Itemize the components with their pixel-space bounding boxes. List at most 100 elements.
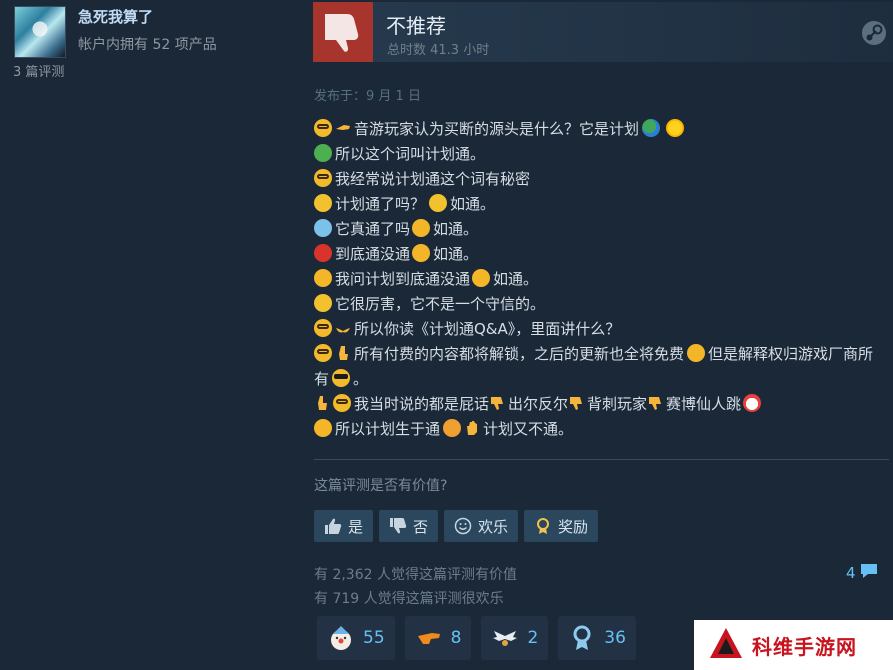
vote-no-button[interactable]: 否	[379, 510, 439, 542]
awards-row: 55 8 2 36	[317, 616, 636, 660]
nerd-face-icon	[314, 119, 332, 137]
clown-award-icon	[327, 624, 355, 652]
review-header[interactable]: 不推荐 总时数 41.3 小时	[313, 2, 893, 62]
award-clown[interactable]: 55	[317, 616, 395, 660]
review-line: 我当时说的都是屁话 出尔反尔 背刺玩家 赛博仙人跳	[314, 392, 884, 417]
review-line: 所以你读《计划通Q&A》，里面讲什么？	[314, 317, 884, 342]
review-text: 如通。	[433, 245, 479, 263]
grin-face-icon	[687, 344, 706, 362]
award-count: 36	[604, 628, 626, 648]
comment-count: 4	[846, 564, 856, 582]
neutral-face-icon	[472, 269, 491, 287]
watermark-logo-icon	[708, 626, 744, 664]
comments-link[interactable]: 4	[846, 562, 879, 584]
avatar[interactable]	[14, 6, 66, 58]
grimace-face-icon	[412, 244, 431, 262]
review-count[interactable]: 3 篇评测	[13, 61, 64, 80]
sun-icon	[666, 119, 685, 137]
award-button[interactable]: 奖励	[524, 510, 599, 542]
review-line: 它真通了吗 如通。	[314, 217, 884, 242]
review-text: 我问计划到底通没通	[335, 270, 471, 288]
thumbs-down-small-icon	[647, 394, 663, 410]
review-line: 计划通了吗？ 如通。	[314, 192, 884, 217]
author-panel: 急死我算了 帐户内拥有 52 项产品 3 篇评测	[0, 0, 300, 670]
review-line: 音游玩家认为买断的源头是什么？它是计划	[314, 117, 884, 142]
smiley-icon	[454, 517, 472, 535]
nerd-face-icon	[314, 319, 332, 337]
nauseated-face-icon	[314, 144, 332, 162]
thumbs-down-small-icon	[489, 394, 505, 410]
review-line: 到底通没通 如通。	[314, 242, 884, 267]
divider	[314, 459, 889, 460]
vote-yes-label: 是	[348, 517, 364, 536]
award-count: 55	[363, 628, 385, 648]
vote-funny-label: 欢乐	[478, 517, 509, 536]
review-text: 背刺玩家	[587, 395, 648, 413]
review-text: 我经常说计划通这个词有秘密	[335, 170, 531, 188]
award-label: 奖励	[558, 517, 589, 536]
raised-hand-icon	[464, 419, 480, 435]
review-verdict: 不推荐	[386, 14, 446, 38]
product-count[interactable]: 帐户内拥有 52 项产品	[78, 34, 217, 54]
hand-point-icon	[335, 119, 351, 135]
nerd-face-icon	[314, 169, 332, 187]
review-text: 赛博仙人跳	[666, 395, 742, 413]
hand-point-up-icon	[314, 394, 330, 410]
award-wings[interactable]: 2	[481, 616, 549, 660]
globe-icon	[642, 119, 661, 137]
grin-face-icon	[412, 219, 431, 237]
helpful-question: 这篇评测是否有价值?	[314, 478, 448, 494]
vote-no-label: 否	[413, 517, 429, 536]
thumbs-down-icon	[389, 517, 407, 535]
nerd-face-icon	[333, 394, 351, 412]
author-name[interactable]: 急死我算了	[78, 6, 153, 27]
review-line: 它很厉害，它不是一个守信的。	[314, 292, 884, 317]
wings-award-icon	[491, 624, 519, 652]
review-text: 计划又不通。	[483, 420, 574, 438]
review-text: 音游玩家认为买断的源头是什么？它是计划	[354, 120, 640, 138]
posted-date: 发布于：9 月 1 日	[314, 89, 421, 104]
sad-face-icon	[429, 194, 448, 212]
watermark-text: 科维手游网	[752, 634, 857, 659]
award-ribbon[interactable]: 36	[558, 616, 636, 660]
review-text: 所有付费的内容都将解锁，之后的更新也全将免费	[354, 345, 685, 363]
review-text: 所以这个词叫计划通。	[335, 145, 486, 163]
review-text: 计划通了吗？	[335, 195, 426, 213]
review-text: 它真通了吗	[335, 220, 411, 238]
hand-point-down-icon	[335, 344, 351, 360]
review-line: 所以计划生于通 计划又不通。	[314, 417, 884, 442]
sunglasses-face-icon	[332, 369, 351, 387]
site-watermark: 科维手游网	[694, 620, 893, 670]
award-count: 2	[527, 628, 539, 648]
vote-buttons: 是 否 欢乐 奖励	[314, 510, 599, 542]
hand-point-award-icon	[415, 624, 443, 652]
review-text: 我当时说的都是屁话	[354, 395, 490, 413]
helpful-count: 有 2,362 人觉得这篇评测有价值	[314, 567, 517, 583]
review-text: 所以你读《计划通Q&A》，里面讲什么？	[354, 320, 621, 338]
review-text: 出尔反尔	[508, 395, 569, 413]
screaming-face-icon	[314, 294, 332, 312]
squint-face-icon	[314, 269, 332, 287]
fearful-face-icon	[314, 219, 332, 237]
thumbs-down-small-icon	[568, 394, 584, 410]
funny-count: 有 719 人觉得这篇评测很欢乐	[314, 591, 504, 607]
grin-face-icon	[314, 419, 332, 437]
angry-face-icon	[314, 244, 332, 262]
pouting-face-icon	[443, 419, 462, 437]
thumbs-up-icon	[324, 517, 342, 535]
review-page: 急死我算了 帐户内拥有 52 项产品 3 篇评测 不推荐 总时数 41.3 小时…	[0, 0, 893, 670]
vote-yes-button[interactable]: 是	[314, 510, 374, 542]
thumbs-down-icon	[313, 2, 373, 62]
open-hands-icon	[335, 319, 351, 335]
playtime: 总时数 41.3 小时	[387, 43, 490, 58]
vote-funny-button[interactable]: 欢乐	[444, 510, 519, 542]
review-line: 我问计划到底通没通 如通。	[314, 267, 884, 292]
review-text: 到底通没通	[335, 245, 411, 263]
ribbon-award-icon	[568, 624, 596, 652]
clown-face-icon	[743, 394, 762, 412]
review-text: 所以计划生于通	[335, 420, 441, 438]
comment-bubble-icon	[859, 562, 879, 584]
review-text: 如通。	[433, 220, 479, 238]
award-hand[interactable]: 8	[404, 616, 472, 660]
review-line: 所有付费的内容都将解锁，之后的更新也全将免费 但是解释权归游戏厂商所有。	[314, 342, 884, 392]
